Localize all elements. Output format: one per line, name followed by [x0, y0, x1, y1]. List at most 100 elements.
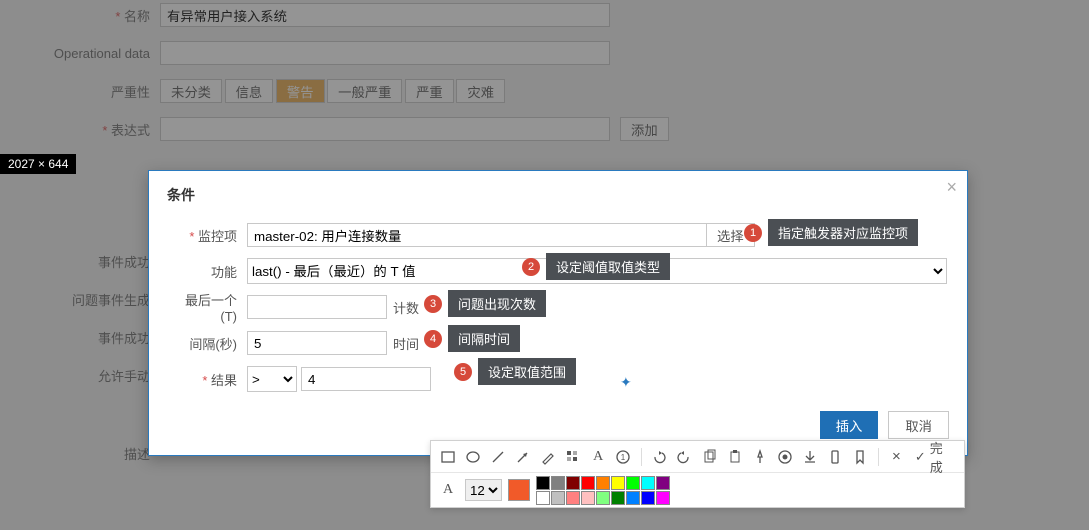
severity-label: 严重性 — [0, 82, 160, 101]
color-swatch[interactable] — [536, 491, 550, 505]
mosaic-icon[interactable] — [563, 446, 584, 468]
done-label: 完成 — [930, 438, 954, 476]
color-swatch[interactable] — [626, 476, 640, 490]
main-color-swatch[interactable] — [508, 479, 530, 501]
annotation-text: 设定阈值取值类型 — [546, 253, 670, 280]
side-label: 事件成功 — [0, 252, 160, 271]
interval-after: 时间 — [393, 334, 419, 353]
color-swatch[interactable] — [611, 476, 625, 490]
severity-option[interactable]: 严重 — [405, 79, 454, 103]
color-swatch[interactable] — [626, 491, 640, 505]
opdata-label: Operational data — [0, 46, 160, 61]
fontsize-select[interactable]: 12 — [465, 479, 502, 501]
color-swatch[interactable] — [596, 491, 610, 505]
color-swatch[interactable] — [641, 476, 655, 490]
editor-toolbar: A 1 × ✓ 完成 A 12 — [430, 440, 965, 508]
color-swatch[interactable] — [581, 476, 595, 490]
background-form: 名称 Operational data 严重性 未分类 信息 警告 一般严重 严… — [0, 0, 1089, 152]
side-label: 允许手动 — [0, 366, 160, 385]
last-after: 计数 — [393, 298, 419, 317]
arrow-icon[interactable] — [512, 446, 533, 468]
op-select[interactable]: > — [247, 366, 297, 392]
copy-icon[interactable] — [699, 446, 720, 468]
line-icon[interactable] — [487, 446, 508, 468]
toolbar-row-shapes: A 1 × ✓ 完成 — [431, 441, 964, 473]
color-swatch[interactable] — [611, 491, 625, 505]
name-input[interactable] — [160, 3, 610, 27]
pencil-icon[interactable] — [537, 446, 558, 468]
bookmark-icon[interactable] — [850, 446, 871, 468]
severity-option[interactable]: 警告 — [276, 79, 325, 103]
annotation-text: 间隔时间 — [448, 325, 520, 352]
result-input[interactable] — [301, 367, 431, 391]
severity-option[interactable]: 一般严重 — [327, 79, 402, 103]
separator — [878, 448, 879, 466]
close-icon[interactable]: × — [886, 446, 907, 468]
result-label: 结果 — [167, 370, 247, 389]
monitor-input[interactable] — [247, 223, 707, 247]
interval-input[interactable] — [247, 331, 387, 355]
color-swatch[interactable] — [566, 491, 580, 505]
undo-icon[interactable] — [649, 446, 670, 468]
severity-option[interactable]: 信息 — [225, 79, 274, 103]
number-icon[interactable]: 1 — [613, 446, 634, 468]
star-icon: ✦ — [620, 374, 632, 391]
opdata-input[interactable] — [160, 41, 610, 65]
expr-input[interactable] — [160, 117, 610, 141]
func-label: 功能 — [167, 262, 247, 281]
color-swatch[interactable] — [581, 491, 595, 505]
pin-icon[interactable] — [749, 446, 770, 468]
download-icon[interactable] — [799, 446, 820, 468]
color-swatch[interactable] — [566, 476, 580, 490]
phone-icon[interactable] — [825, 446, 846, 468]
last-input[interactable] — [247, 295, 387, 319]
badge-number: 1 — [744, 224, 762, 242]
close-icon[interactable]: × — [946, 177, 957, 198]
record-icon[interactable] — [774, 446, 795, 468]
severity-group: 未分类 信息 警告 一般严重 严重 灾难 — [160, 79, 504, 103]
toolbar-row-style: A 12 — [431, 473, 964, 507]
color-swatch[interactable] — [641, 491, 655, 505]
side-label: 事件成功 — [0, 328, 160, 347]
badge-number: 2 — [522, 258, 540, 276]
color-swatch[interactable] — [551, 476, 565, 490]
separator — [641, 448, 642, 466]
cancel-button[interactable]: 取消 — [888, 411, 949, 439]
monitor-label: 监控项 — [167, 226, 247, 245]
side-label: 问题事件生成 — [0, 290, 160, 309]
annotation-2: 2 设定阈值取值类型 — [522, 253, 670, 280]
redo-icon[interactable] — [674, 446, 695, 468]
annotation-text: 指定触发器对应监控项 — [768, 219, 918, 246]
severity-option[interactable]: 未分类 — [160, 79, 222, 103]
ellipse-icon[interactable] — [462, 446, 483, 468]
badge-number: 5 — [454, 363, 472, 381]
paste-icon[interactable] — [724, 446, 745, 468]
expr-label: 表达式 — [0, 120, 160, 139]
done-button[interactable]: ✓ 完成 — [911, 438, 958, 476]
text-icon[interactable]: A — [588, 446, 609, 468]
color-swatch[interactable] — [551, 491, 565, 505]
modal-title: 条件 — [167, 185, 949, 205]
svg-text:1: 1 — [621, 453, 626, 462]
check-icon: ✓ — [915, 449, 926, 465]
severity-option[interactable]: 灾难 — [456, 79, 505, 103]
color-palette — [536, 476, 670, 505]
name-label: 名称 — [0, 6, 160, 25]
color-swatch[interactable] — [656, 491, 670, 505]
insert-button[interactable]: 插入 — [820, 411, 879, 439]
interval-label: 间隔(秒) — [167, 334, 247, 353]
annotation-text: 问题出现次数 — [448, 290, 546, 317]
add-button[interactable]: 添加 — [620, 117, 669, 141]
color-swatch[interactable] — [536, 476, 550, 490]
annotation-5: 5 设定取值范围 — [454, 358, 576, 385]
color-swatch[interactable] — [596, 476, 610, 490]
annotation-3: 3 问题出现次数 — [424, 290, 546, 317]
font-icon[interactable]: A — [437, 479, 459, 501]
annotation-1: 1 指定触发器对应监控项 — [744, 219, 918, 246]
dimension-tag: 2027 × 644 — [0, 154, 76, 174]
color-swatch[interactable] — [656, 476, 670, 490]
rect-icon[interactable] — [437, 446, 458, 468]
last-label: 最后一个 (T) — [167, 290, 247, 324]
badge-number: 4 — [424, 330, 442, 348]
annotation-text: 设定取值范围 — [478, 358, 576, 385]
